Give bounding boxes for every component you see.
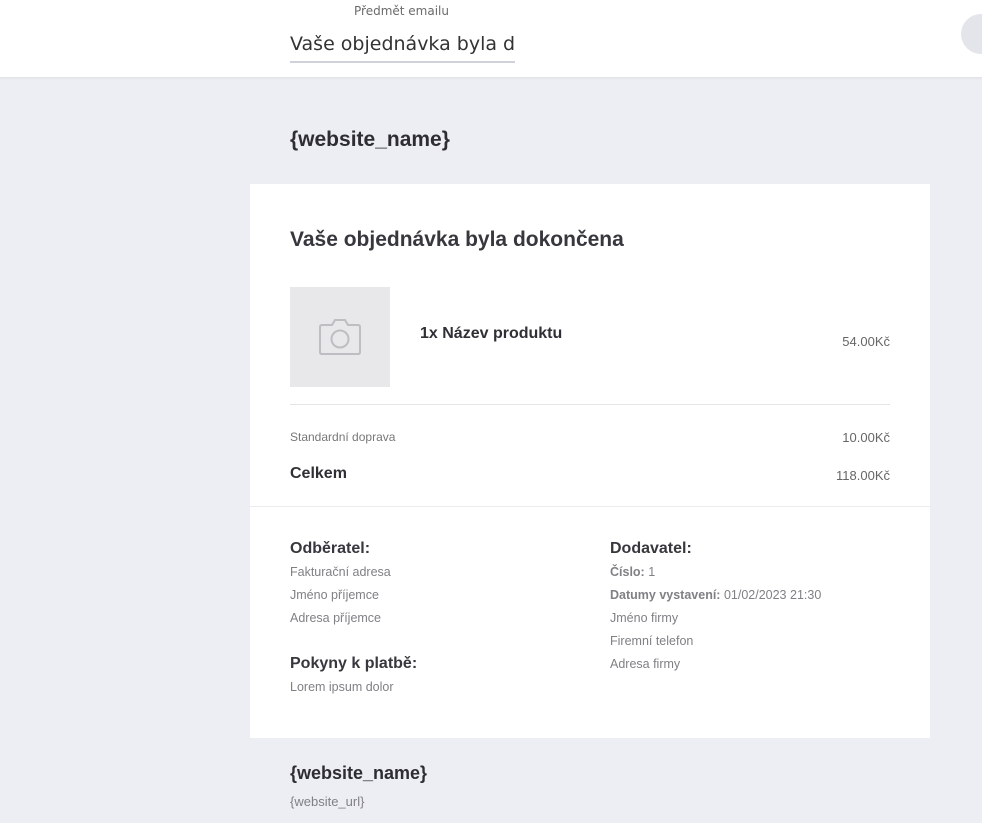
subject-label: Předmět emailu [354,4,449,18]
customer-recipient-address: Adresa příjemce [290,611,382,625]
issue-date-label: Datumy vystavení: [610,588,721,602]
email-heading: Vaše objednávka byla dokončena [290,228,624,251]
customer-billing-address: Fakturační adresa [290,565,391,579]
email-card: Vaše objednávka byla dokončena 1x Název … [250,184,930,738]
invoice-number: Číslo: 1 [610,565,655,579]
total-price: 118.00Kč [836,468,890,483]
shipping-label: Standardní doprava [290,430,396,444]
total-label: Celkem [290,465,347,482]
payment-text: Lorem ipsum dolor [290,680,394,694]
divider [250,506,930,507]
customer-recipient-name: Jméno příjemce [290,588,379,602]
footer-site-name: {website_name} [290,763,428,783]
product-name: 1x Název produktu [420,325,563,342]
product-price: 54.00Kč [842,334,890,349]
company-address: Adresa firmy [610,657,681,671]
subject-input[interactable] [290,27,515,63]
email-site-name: {website_name} [290,128,450,151]
issue-date-value: 01/02/2023 21:30 [723,588,822,602]
customer-heading: Odběratel: [290,540,371,557]
invoice-number-value: 1 [648,565,656,579]
footer-site-url: {website_url} [290,794,365,809]
company-name: Jméno firmy [610,611,679,625]
issue-date: Datumy vystavení: 01/02/2023 21:30 [610,588,821,602]
shipping-price: 10.00Kč [842,430,890,445]
camera-icon [319,319,361,355]
payment-heading: Pokyny k platbě: [290,655,418,672]
company-phone: Firemní telefon [610,634,694,648]
product-image-placeholder [290,287,390,387]
round-action-button[interactable] [961,14,982,54]
divider [290,404,890,405]
supplier-heading: Dodavatel: [610,540,692,557]
top-bar: Předmět emailu [0,0,982,78]
invoice-number-label: Číslo: [610,565,645,579]
